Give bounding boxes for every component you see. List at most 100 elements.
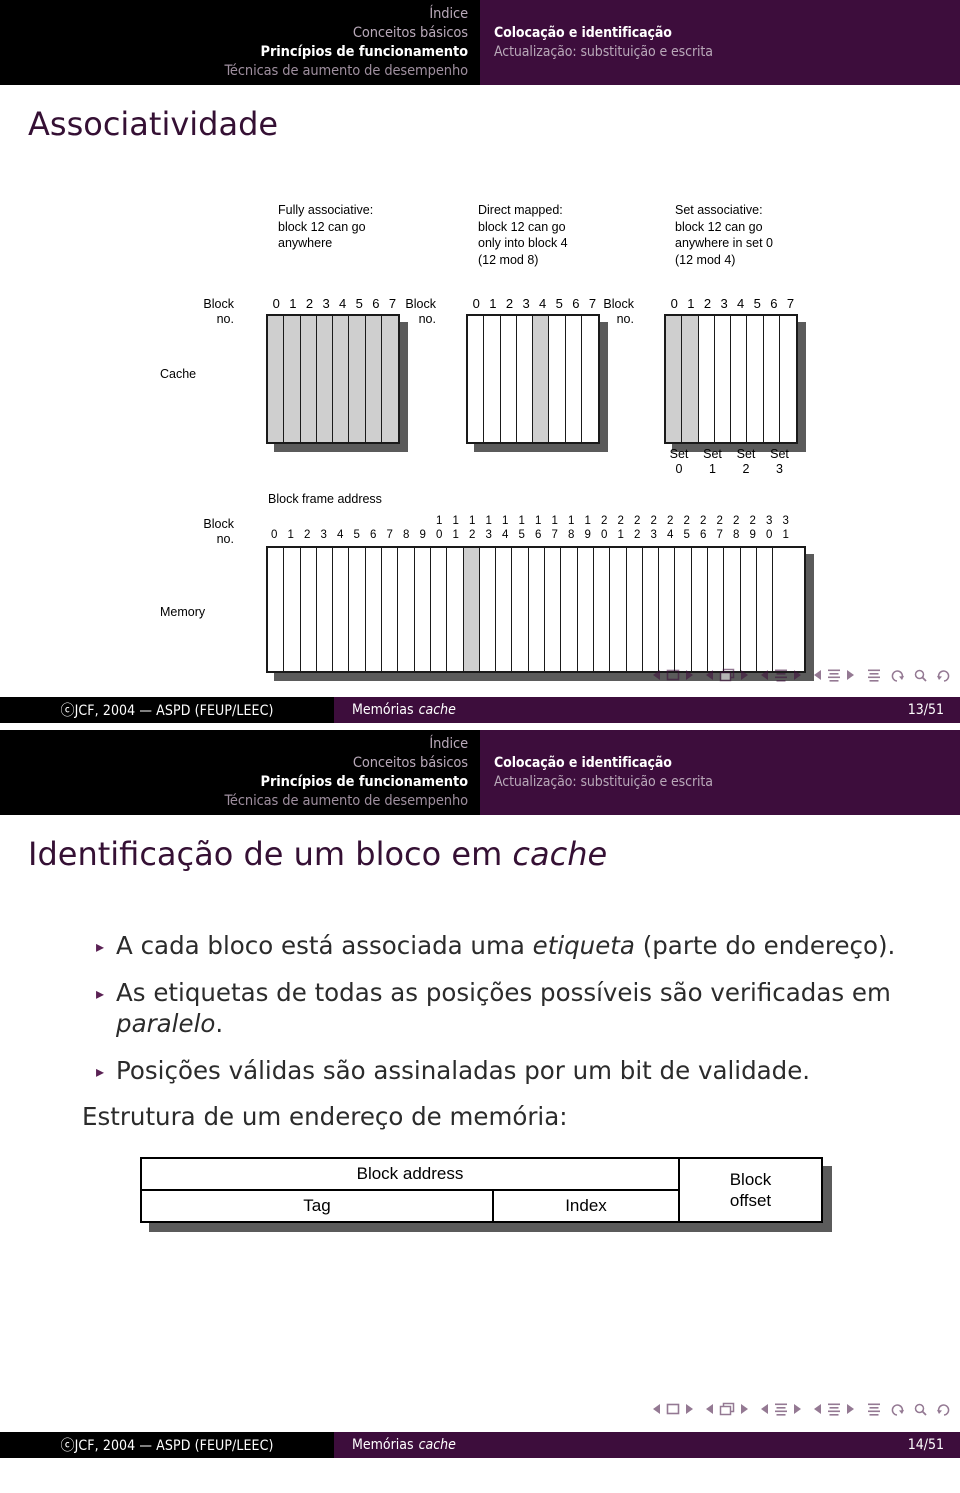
undo-arrow-icon — [891, 1403, 904, 1416]
block-cell — [300, 316, 317, 443]
address-structure-diagram: Block address Tag Index Block offset — [140, 1157, 832, 1233]
slide-headline: Índice Conceitos básicos Princípios de f… — [0, 0, 960, 85]
block-cell — [463, 548, 480, 672]
bullet-text: As etiquetas de todas as posições possív… — [116, 977, 906, 1039]
block-label-1-line2: no. — [216, 312, 234, 327]
digit: 7 — [386, 529, 393, 542]
digit: 2 — [683, 515, 690, 528]
list-item: ▸ Posições válidas são assinaladas por u… — [0, 1055, 960, 1086]
block-cell — [365, 548, 383, 672]
nav-group-misc[interactable] — [867, 668, 950, 682]
digit: 3 — [522, 296, 530, 312]
next-slide-icon — [686, 670, 693, 680]
digit: 3 — [485, 529, 492, 542]
digit: 6 — [700, 529, 707, 542]
memory-block-label-line2: no. — [216, 532, 234, 547]
footer-page-number: 14/51 — [794, 1432, 960, 1458]
block-label-3-line2: no. — [616, 312, 634, 327]
digit: 0 — [272, 296, 280, 312]
digit: 2 — [634, 515, 641, 528]
block-frame-address-label: Block frame address — [268, 492, 382, 507]
headline-section-nav: Índice Conceitos básicos Princípios de f… — [0, 0, 480, 85]
digit: 4 — [339, 296, 347, 312]
digit: 4 — [667, 529, 674, 542]
digit: 8 — [733, 529, 740, 542]
footer-section: Memórias cache — [334, 1432, 794, 1458]
nav-group-section[interactable] — [814, 668, 854, 682]
navigation-symbols-slide2 — [653, 1402, 950, 1416]
cache-cells — [266, 314, 400, 445]
headline2-item-actualizacao[interactable]: Actualização: substituição e escrita — [494, 773, 713, 792]
headline2-item-principios[interactable]: Princípios de funcionamento — [261, 773, 469, 792]
headline-item-indice[interactable]: Índice — [429, 5, 468, 24]
block-cell — [398, 548, 415, 672]
block-cell — [365, 316, 382, 443]
bullet-text: A cada bloco está associada uma etiqueta… — [116, 930, 895, 961]
bullet-marker-icon: ▸ — [96, 937, 105, 957]
square-icon — [666, 1403, 680, 1415]
nav-group-section[interactable] — [814, 1402, 854, 1416]
prev-subsection-icon — [761, 1404, 768, 1414]
block-cell — [682, 316, 699, 443]
headline2-item-conceitos[interactable]: Conceitos básicos — [353, 754, 468, 773]
digit: 4 — [539, 296, 547, 312]
memory-row-label: Memory — [160, 605, 206, 620]
nav-group-subsection[interactable] — [761, 668, 801, 682]
presentation-lines-icon — [868, 1403, 880, 1416]
set-label-word: Set — [669, 447, 689, 462]
memory-blocks — [266, 546, 814, 682]
block-cell — [349, 316, 366, 443]
bullet-marker-icon: ▸ — [96, 1062, 105, 1082]
digit: 6 — [535, 529, 542, 542]
block-cell — [284, 316, 301, 443]
associativity-figure: Fully associative: block 12 can go anywh… — [0, 142, 960, 682]
block-cell — [382, 548, 399, 672]
nav-group-frame[interactable] — [706, 668, 748, 682]
block-cell — [430, 548, 448, 672]
digit: 2 — [505, 296, 514, 312]
headline-item-conceitos[interactable]: Conceitos básicos — [353, 24, 468, 43]
memory-digits-ones: 01234567890123456789012345678901 — [266, 529, 794, 541]
set-label-number: 2 — [742, 462, 750, 477]
digit: 1 — [287, 529, 294, 542]
headline2-item-indice[interactable]: Índice — [429, 735, 468, 754]
digit: 2 — [304, 529, 311, 542]
block-cell — [610, 548, 627, 672]
nav-group-subsection[interactable] — [761, 1402, 801, 1416]
block-cell — [500, 316, 517, 443]
set-label-word: Set — [736, 447, 756, 462]
nav-group-misc[interactable] — [867, 1402, 950, 1416]
footline-slide2: ⓒJCF, 2004 — ASPD (FEUP/LEEC) Memórias c… — [0, 1432, 960, 1458]
headline-item-actualizacao[interactable]: Actualização: substituição e escrita — [494, 43, 713, 62]
headline-item-colocacao[interactable]: Colocação e identificação — [494, 24, 672, 43]
digit: 7 — [716, 529, 723, 542]
digit: 1 — [289, 296, 297, 312]
digit: 4 — [737, 296, 745, 312]
digit: 0 — [472, 296, 480, 312]
next-subsection-icon — [794, 670, 801, 680]
digit: 1 — [469, 515, 476, 528]
block-cell — [545, 548, 562, 672]
headline2-item-colocacao[interactable]: Colocação e identificação — [494, 754, 672, 773]
block-cell — [549, 316, 566, 443]
digit: 5 — [753, 296, 761, 312]
headline-item-principios[interactable]: Princípios de funcionamento — [261, 43, 469, 62]
digit: 2 — [469, 529, 476, 542]
nav-group-frame[interactable] — [706, 1402, 748, 1416]
digit: 9 — [749, 529, 756, 542]
set-label-number: 1 — [709, 462, 716, 477]
address-bottom-row: Tag Index — [142, 1191, 678, 1222]
set-label: Set 3 — [765, 447, 795, 477]
cache-blocks-set-associative — [664, 314, 806, 453]
nav-group-slide[interactable] — [653, 1403, 693, 1415]
set-label: Set 1 — [698, 447, 728, 477]
set-label-word: Set — [770, 447, 789, 462]
next-slide-icon — [686, 1404, 693, 1414]
nav-group-slide[interactable] — [653, 669, 693, 681]
block-cell — [561, 548, 578, 672]
block-cell — [626, 548, 643, 672]
headline2-item-tecnicas[interactable]: Técnicas de aumento de desempenho — [225, 792, 469, 811]
digit: 2 — [749, 515, 756, 528]
headline-item-tecnicas[interactable]: Técnicas de aumento de desempenho — [225, 62, 469, 81]
footer-copyright: ⓒJCF, 2004 — ASPD (FEUP/LEEC) — [0, 1432, 334, 1458]
